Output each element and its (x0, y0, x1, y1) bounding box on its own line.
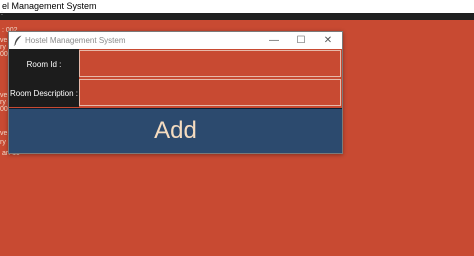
room-id-input[interactable] (79, 50, 341, 77)
background-text-fragment: ry (0, 99, 6, 106)
background-window-title: el Management System (2, 1, 97, 11)
background-window-menustrip: : (0, 10, 474, 20)
background-menu-fragment: : (1, 10, 3, 17)
feather-icon (13, 35, 22, 46)
dialog-title: Hostel Management System (25, 36, 126, 45)
maximize-icon: ☐ (296, 35, 306, 46)
room-description-label: Room Description : (9, 89, 79, 98)
close-button[interactable]: ✕ (314, 32, 342, 49)
background-text-fragment: ve (0, 92, 8, 99)
background-text-fragment: ve (0, 37, 8, 44)
room-id-label: Room Id : (26, 60, 62, 69)
background-text-fragment: ry (0, 44, 6, 51)
minimize-icon: — (269, 35, 279, 46)
minimize-button[interactable]: — (260, 32, 288, 49)
dialog-titlebar[interactable]: Hostel Management System — ☐ ✕ (9, 32, 342, 49)
background-text-fragment: ve (0, 130, 8, 137)
background-text-fragment: 00 (0, 51, 8, 58)
background-text-fragment: ry (0, 139, 6, 146)
background-window-titlebar: el Management System (0, 0, 474, 13)
add-button[interactable]: Add (9, 108, 342, 153)
close-icon: ✕ (323, 35, 333, 46)
form-label-panel: Room Id : Room Description : (9, 49, 79, 107)
maximize-button[interactable]: ☐ (287, 32, 315, 49)
background-text-fragment: 00 (0, 106, 8, 113)
room-description-input[interactable] (79, 79, 341, 106)
add-room-dialog: Hostel Management System — ☐ ✕ Room Id :… (8, 31, 343, 154)
